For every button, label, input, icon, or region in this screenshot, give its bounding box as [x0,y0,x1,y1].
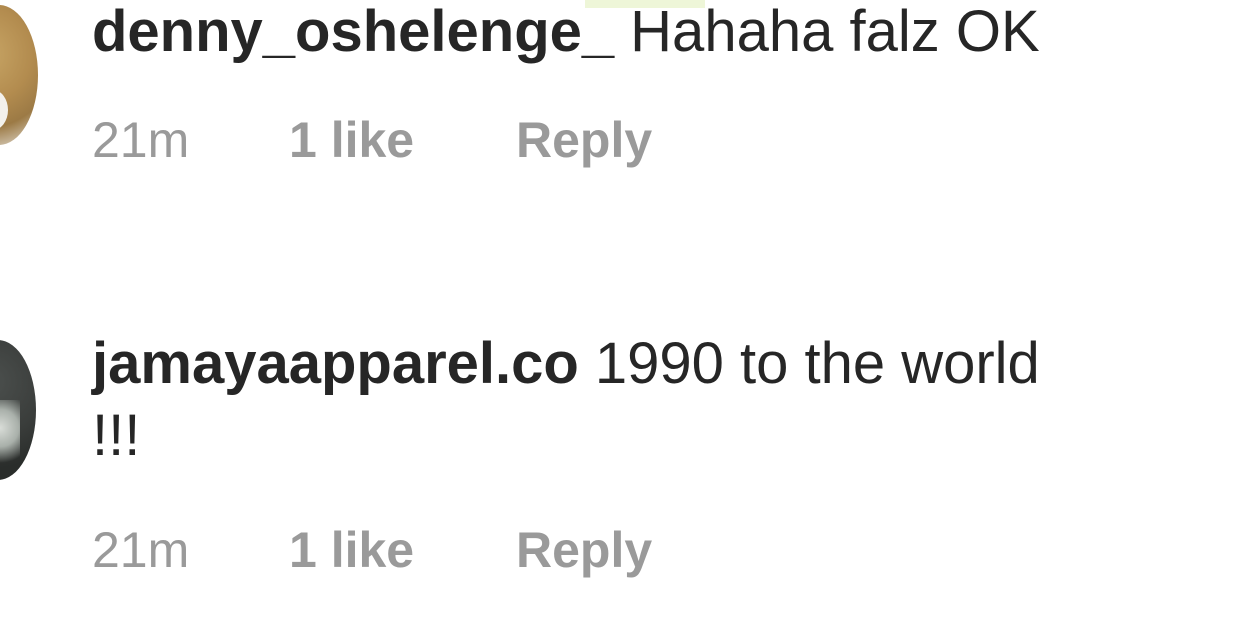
comment-username[interactable]: denny_oshelenge_ [92,0,614,64]
avatar[interactable] [0,5,38,145]
reply-button[interactable]: Reply [516,520,652,580]
comment-text: Hahaha falz OK [630,0,1040,64]
comment-body: denny_oshelenge_ Hahaha falz OK [92,0,1212,68]
avatar[interactable] [0,340,36,480]
reply-button[interactable]: Reply [516,110,652,170]
comment-timestamp[interactable]: 21m [92,520,189,580]
comment-body: jamayaapparel.co 1990 to the world !!! [92,328,1052,472]
comment-timestamp[interactable]: 21m [92,110,189,170]
comment-username[interactable]: jamayaapparel.co [92,331,579,396]
comment-likes[interactable]: 1 like [289,110,414,170]
comment-likes[interactable]: 1 like [289,520,414,580]
